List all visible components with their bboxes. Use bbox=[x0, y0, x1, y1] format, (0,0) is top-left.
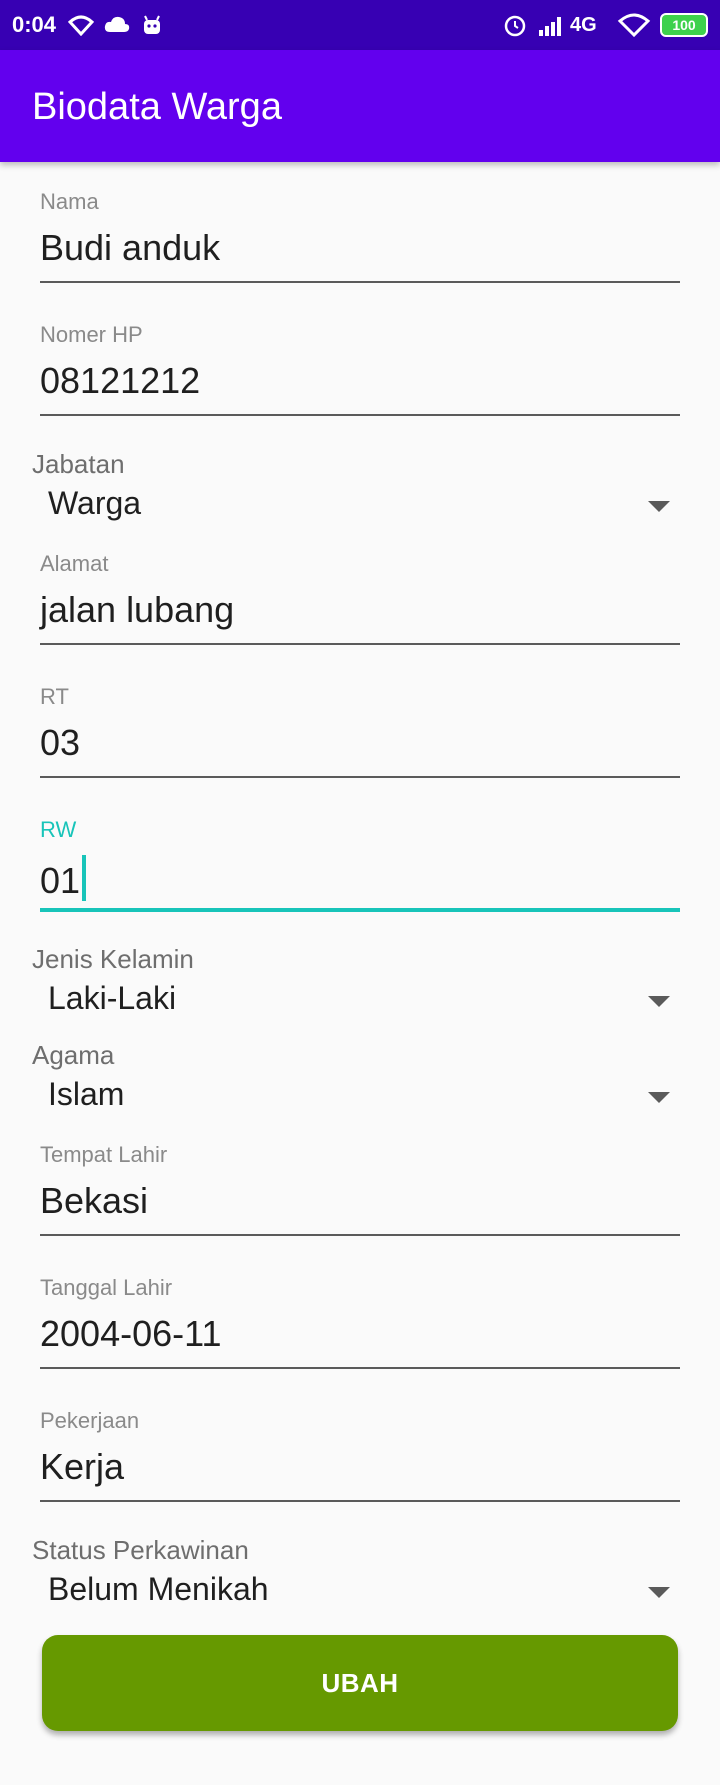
agama-label: Agama bbox=[32, 1040, 115, 1070]
alarm-icon bbox=[503, 10, 527, 40]
wifi-icon bbox=[68, 10, 94, 40]
tanggal-lahir-underline bbox=[40, 1367, 680, 1369]
tanggal-lahir-value[interactable]: 2004-06-11 bbox=[40, 1313, 221, 1355]
alamat-label: Alamat bbox=[40, 551, 109, 576]
dropdown-arrow-icon[interactable] bbox=[648, 996, 670, 1007]
ubah-button[interactable]: UBAH bbox=[42, 1635, 678, 1731]
nama-underline bbox=[40, 281, 680, 283]
pekerjaan-value[interactable]: Kerja bbox=[40, 1446, 124, 1488]
android-icon bbox=[142, 10, 162, 40]
app-bar: Biodata Warga bbox=[0, 50, 720, 162]
pekerjaan-label: Pekerjaan bbox=[40, 1408, 140, 1433]
text-cursor bbox=[82, 855, 87, 901]
alamat-value[interactable]: jalan lubang bbox=[40, 589, 234, 631]
page-title: Biodata Warga bbox=[32, 86, 282, 128]
wifi-icon bbox=[617, 10, 651, 40]
rw-value: 01 bbox=[40, 860, 81, 901]
status-time: 0:04 bbox=[12, 12, 57, 37]
dropdown-arrow-icon[interactable] bbox=[648, 1587, 670, 1598]
rw-label: RW bbox=[40, 817, 77, 842]
jabatan-label: Jabatan bbox=[32, 449, 125, 479]
alamat-underline bbox=[40, 643, 680, 645]
tempat-lahir-value[interactable]: Bekasi bbox=[40, 1180, 148, 1222]
rw-input[interactable]: 01 bbox=[40, 855, 87, 902]
jenis-kelamin-value[interactable]: Laki-Laki bbox=[48, 980, 176, 1017]
network-type: 4G bbox=[570, 13, 597, 36]
tempat-lahir-label: Tempat Lahir bbox=[40, 1142, 168, 1167]
status-perkawinan-value[interactable]: Belum Menikah bbox=[48, 1571, 269, 1608]
status-perkawinan-label: Status Perkawinan bbox=[32, 1535, 249, 1565]
jabatan-value[interactable]: Warga bbox=[48, 485, 141, 522]
pekerjaan-underline bbox=[40, 1500, 680, 1502]
nomer-hp-value[interactable]: 08121212 bbox=[40, 360, 200, 402]
signal-icon bbox=[538, 10, 566, 40]
rw-underline bbox=[40, 908, 680, 912]
nomer-hp-label: Nomer HP bbox=[40, 322, 143, 347]
dropdown-arrow-icon[interactable] bbox=[648, 1092, 670, 1103]
rt-label: RT bbox=[40, 684, 69, 709]
tanggal-lahir-label: Tanggal Lahir bbox=[40, 1275, 173, 1300]
jenis-kelamin-label: Jenis Kelamin bbox=[32, 944, 194, 974]
rt-value[interactable]: 03 bbox=[40, 722, 80, 764]
nama-value[interactable]: Budi anduk bbox=[40, 227, 220, 269]
tempat-lahir-underline bbox=[40, 1234, 680, 1236]
cloud-icon bbox=[104, 10, 130, 40]
nama-label: Nama bbox=[40, 189, 99, 214]
nomer-hp-underline bbox=[40, 414, 680, 416]
battery-level: 100 bbox=[660, 13, 708, 37]
battery-icon: 100 bbox=[660, 10, 708, 40]
dropdown-arrow-icon[interactable] bbox=[648, 501, 670, 512]
status-bar: 0:04 4G 100 bbox=[0, 0, 720, 50]
rt-underline bbox=[40, 776, 680, 778]
agama-value[interactable]: Islam bbox=[48, 1076, 124, 1113]
